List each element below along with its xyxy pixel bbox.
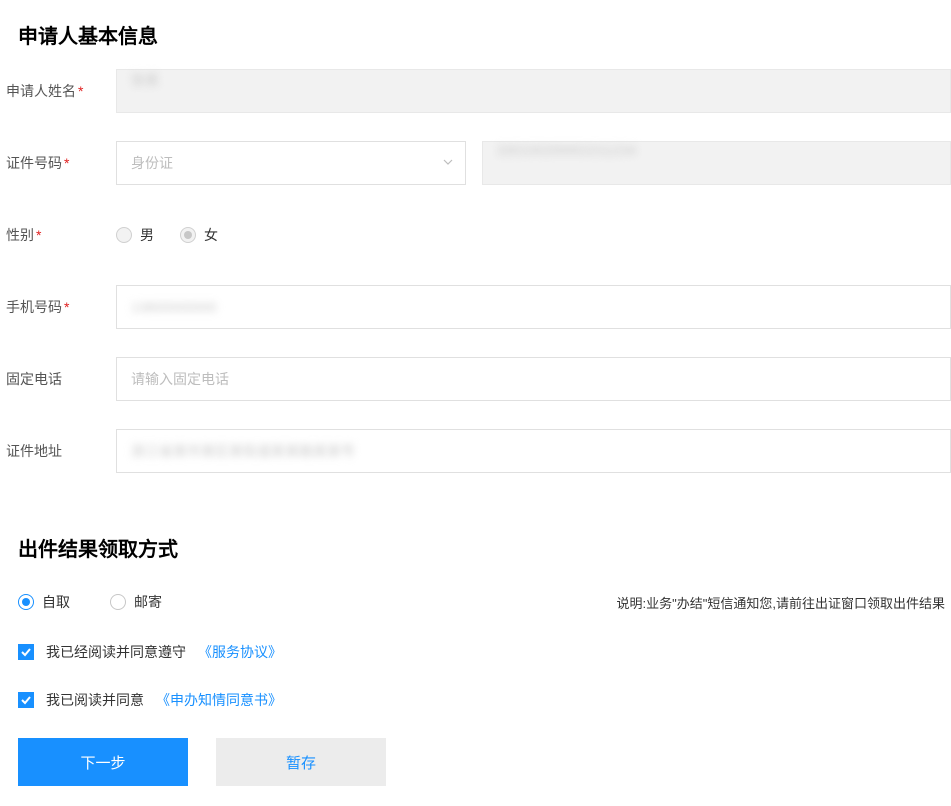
radio-gender-female[interactable]: 女 — [180, 225, 218, 245]
row-gender: 性别* 男 女 — [0, 213, 951, 257]
section-title-delivery: 出件结果领取方式 — [0, 513, 951, 582]
radio-label-mail: 邮寄 — [134, 592, 162, 612]
radio-label-pickup: 自取 — [42, 592, 70, 612]
agreement-text: 我已阅读并同意 — [46, 690, 144, 710]
radio-label-male: 男 — [140, 225, 154, 245]
section-title-basic-info: 申请人基本信息 — [0, 0, 951, 69]
id-type-select[interactable]: 身份证 — [116, 141, 466, 185]
row-agreement-service: 我已经阅读并同意遵守 《服务协议》 — [0, 642, 951, 662]
radio-icon — [110, 594, 126, 610]
link-service-agreement[interactable]: 《服务协议》 — [198, 642, 282, 662]
radio-icon — [18, 594, 34, 610]
label-landline: 固定电话 — [6, 369, 116, 389]
checkbox-service-agreement[interactable] — [18, 644, 34, 660]
row-delivery-method: 自取 邮寄 说明:业务"办结"短信通知您,请前往出证窗口领取出件结果 — [0, 592, 951, 612]
label-id-number: 证件号码* — [6, 153, 116, 173]
delivery-note: 说明:业务"办结"短信通知您,请前往出证窗口领取出件结果 — [617, 593, 945, 612]
label-applicant-name: 申请人姓名* — [6, 81, 116, 101]
radio-icon — [116, 227, 132, 243]
check-icon — [20, 646, 32, 658]
radio-gender-male[interactable]: 男 — [116, 225, 154, 245]
address-input[interactable]: 浙江省某市某区某街道某某路某某号 — [116, 429, 951, 473]
radio-icon — [180, 227, 196, 243]
agreement-text: 我已经阅读并同意遵守 — [46, 642, 186, 662]
button-row: 下一步 暂存 — [0, 738, 951, 786]
radio-mail[interactable]: 邮寄 — [110, 592, 162, 612]
row-landline: 固定电话 — [0, 357, 951, 401]
save-draft-button[interactable]: 暂存 — [216, 738, 386, 786]
label-mobile: 手机号码* — [6, 297, 116, 317]
row-mobile: 手机号码* 13800000000 — [0, 285, 951, 329]
landline-input[interactable] — [116, 357, 951, 401]
row-address: 证件地址 浙江省某市某区某街道某某路某某号 — [0, 429, 951, 473]
checkbox-consent[interactable] — [18, 692, 34, 708]
radio-label-female: 女 — [204, 225, 218, 245]
applicant-name-input: 张某 — [116, 69, 951, 113]
next-button[interactable]: 下一步 — [18, 738, 188, 786]
id-number-input: 330100200001011234 — [482, 141, 951, 185]
mobile-input[interactable]: 13800000000 — [116, 285, 951, 329]
label-address: 证件地址 — [6, 441, 116, 461]
row-applicant-name: 申请人姓名* 张某 — [0, 69, 951, 113]
row-agreement-consent: 我已阅读并同意 《申办知情同意书》 — [0, 690, 951, 710]
check-icon — [20, 694, 32, 706]
radio-pickup[interactable]: 自取 — [18, 592, 70, 612]
link-consent-form[interactable]: 《申办知情同意书》 — [156, 690, 282, 710]
row-id-number: 证件号码* 身份证 330100200001011234 — [0, 141, 951, 185]
label-gender: 性别* — [6, 225, 116, 245]
id-type-selected: 身份证 — [131, 153, 173, 173]
